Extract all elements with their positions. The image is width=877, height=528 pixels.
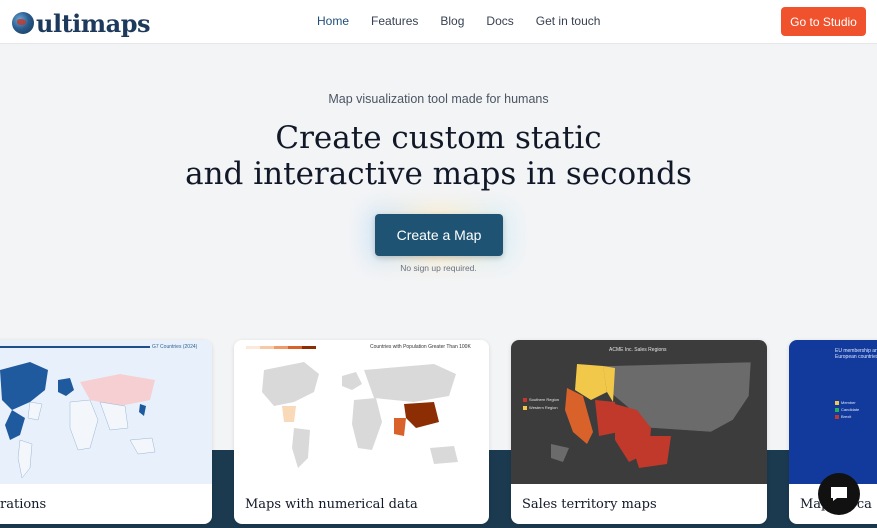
hero-title: Create custom static and interactive map… <box>0 120 877 192</box>
population-map-title: Countries with Population Greater Than 1… <box>370 344 471 350</box>
g7-map-title: G7 Countries (2024) <box>152 344 198 350</box>
nav-features[interactable]: Features <box>371 14 418 28</box>
chat-bubble-icon <box>831 487 847 501</box>
main-nav: Home Features Blog Docs Get in touch <box>317 14 622 28</box>
nav-docs[interactable]: Docs <box>486 14 513 28</box>
showcase-card-numerical[interactable]: Countries with Population Greater Than 1… <box>234 340 489 524</box>
eu-legend-candidate: Candidate <box>841 407 860 412</box>
card-label-sales: Sales territory maps <box>522 497 657 512</box>
card-label-numerical: Maps with numerical data <box>245 497 418 512</box>
nav-get-in-touch[interactable]: Get in touch <box>536 14 601 28</box>
logo-link[interactable]: ultimaps <box>12 8 151 38</box>
go-to-studio-button[interactable]: Go to Studio <box>781 7 866 36</box>
eu-map-image <box>789 340 877 484</box>
hero-title-line-1: Create custom static <box>275 120 602 156</box>
eu-map-title: EU membership and European countries <box>835 348 877 360</box>
card-label-g7: rations <box>0 497 47 512</box>
eu-legend-member: Member <box>841 400 856 405</box>
chat-widget-button[interactable] <box>818 473 860 515</box>
population-map-image <box>234 340 489 484</box>
globe-icon <box>12 12 34 34</box>
site-header: ultimaps Home Features Blog Docs Get in … <box>0 0 877 44</box>
showcase-card-g7[interactable]: G7 Countries (2024) rations <box>0 340 212 524</box>
no-signup-note: No sign up required. <box>400 263 477 273</box>
sales-legend-western: Western Region <box>529 405 558 410</box>
hero-tagline: Map visualization tool made for humans <box>328 92 549 106</box>
hero-title-line-2: and interactive maps in seconds <box>185 156 692 192</box>
showcase-card-sales[interactable]: ACME Inc. Sales Regions Southern Region … <box>511 340 767 524</box>
eu-legend-brexit: Brexit <box>841 414 852 419</box>
nav-blog[interactable]: Blog <box>440 14 464 28</box>
sales-map-title: ACME Inc. Sales Regions <box>609 347 667 353</box>
nav-home[interactable]: Home <box>317 14 349 28</box>
logo-text: ultimaps <box>36 8 151 38</box>
sales-map-image <box>511 340 767 484</box>
sales-legend-southern: Southern Region <box>529 397 560 402</box>
g7-map-image <box>0 340 212 484</box>
create-map-button[interactable]: Create a Map <box>375 214 503 256</box>
